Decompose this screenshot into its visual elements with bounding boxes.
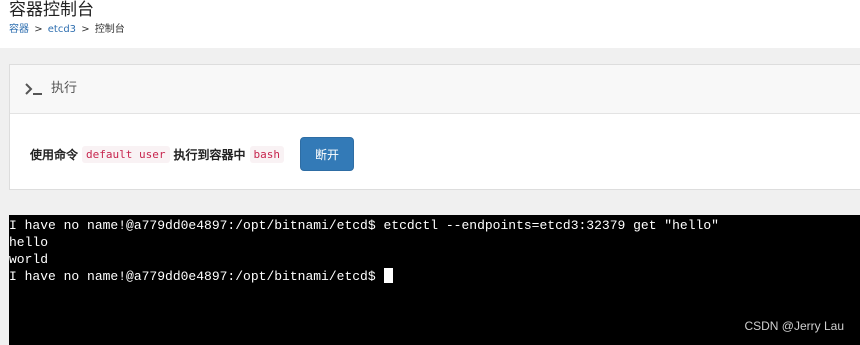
terminal-line: I have no name!@a779dd0e4897:/opt/bitnam…: [9, 218, 719, 233]
breadcrumb: 容器 > etcd3 > 控制台: [9, 23, 125, 37]
exec-panel: 执行 使用命令 default user 执行到容器中 bash 断开: [9, 64, 860, 190]
page-header: 容器控制台 容器 > etcd3 > 控制台: [0, 0, 860, 48]
shell-code: bash: [249, 145, 285, 163]
breadcrumb-link-etcd3[interactable]: etcd3: [48, 24, 76, 35]
exec-text-prefix: 使用命令: [30, 147, 79, 162]
panel-body: 使用命令 default user 执行到容器中 bash 断开: [30, 137, 355, 171]
user-code: default user: [82, 145, 170, 163]
watermark: CSDN @Jerry Lau: [744, 319, 844, 333]
terminal-prompt: I have no name!@a779dd0e4897:/opt/bitnam…: [9, 269, 376, 284]
breadcrumb-link-containers[interactable]: 容器: [9, 24, 29, 35]
terminal-console[interactable]: I have no name!@a779dd0e4897:/opt/bitnam…: [9, 215, 860, 345]
terminal-icon: [24, 81, 44, 97]
breadcrumb-separator: >: [81, 24, 90, 35]
panel-heading: 执行: [10, 65, 860, 114]
breadcrumb-current: 控制台: [94, 24, 125, 35]
page-title: 容器控制台: [9, 0, 94, 20]
terminal-line: hello: [9, 235, 49, 250]
panel-title: 执行: [51, 81, 78, 96]
terminal-cursor: [383, 268, 393, 283]
terminal-prompt-line: I have no name!@a779dd0e4897:/opt/bitnam…: [9, 268, 860, 285]
disconnect-button[interactable]: 断开: [300, 137, 355, 171]
exec-text-middle: 执行到容器中: [173, 147, 246, 162]
terminal-line: world: [9, 252, 49, 267]
breadcrumb-separator: >: [34, 24, 43, 35]
